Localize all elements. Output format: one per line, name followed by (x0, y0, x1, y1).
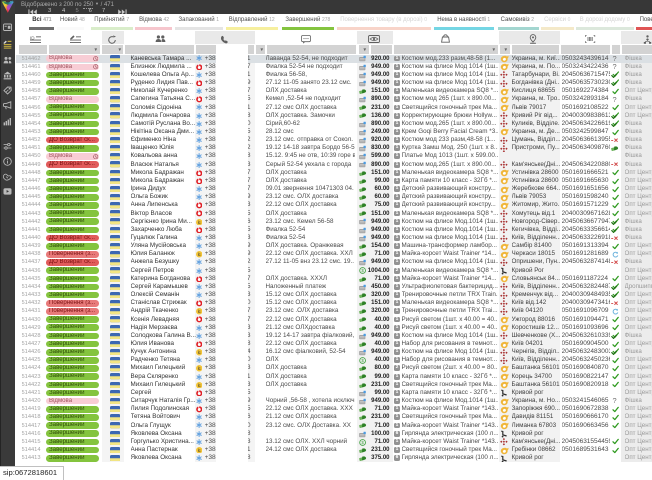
svg-text:lc: lc (197, 219, 200, 224)
svg-text:$: $ (361, 269, 364, 274)
svg-text:lc: lc (197, 252, 200, 257)
svg-text:lc: lc (197, 309, 200, 314)
svg-text:lc: lc (197, 383, 200, 388)
svg-text:$: $ (361, 358, 364, 363)
svg-text:lc: lc (197, 366, 200, 371)
svg-text:$: $ (361, 440, 364, 445)
svg-text:lc: lc (197, 448, 200, 453)
svg-text:lc: lc (197, 350, 200, 355)
